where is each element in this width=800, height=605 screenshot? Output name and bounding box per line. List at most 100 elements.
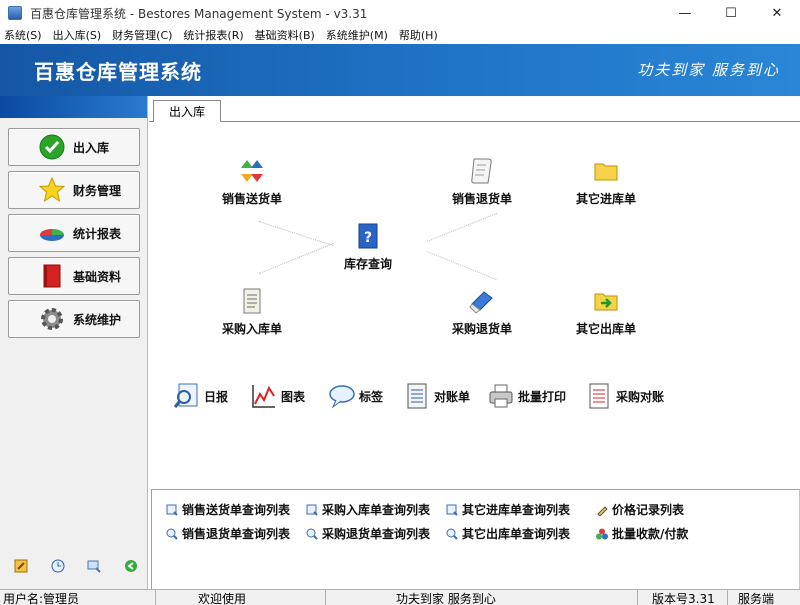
link-purchase-in-list[interactable]: 采购入库单查询列表 bbox=[306, 501, 430, 518]
list-search-icon bbox=[446, 504, 458, 516]
scroll-icon bbox=[467, 156, 497, 186]
document-icon bbox=[237, 286, 267, 316]
star-icon bbox=[39, 177, 65, 203]
menu-stock-io[interactable]: 出入库(S) bbox=[53, 27, 102, 43]
menu-system[interactable]: 系统(S) bbox=[4, 27, 42, 43]
node-label: 销售送货单 bbox=[221, 192, 282, 206]
tool-statement[interactable]: 对账单 bbox=[403, 382, 470, 410]
link-other-out-list[interactable]: 其它出库单查询列表 bbox=[446, 525, 570, 542]
menu-help[interactable]: 帮助(H) bbox=[399, 27, 438, 43]
line-chart-icon bbox=[250, 382, 278, 410]
banner-slogan: 功夫到家 服务到心 bbox=[637, 61, 780, 79]
menu-maintenance[interactable]: 系统维护(M) bbox=[326, 27, 388, 43]
eraser-icon bbox=[467, 286, 497, 316]
sidebar-header bbox=[0, 96, 147, 118]
gear-icon bbox=[39, 306, 65, 332]
edit-icon[interactable] bbox=[14, 559, 28, 573]
color-dots-icon bbox=[596, 528, 608, 540]
sidebar-item-basic-data[interactable]: 基础资料 bbox=[8, 257, 140, 295]
sidebar-item-finance[interactable]: 财务管理 bbox=[8, 171, 140, 209]
status-version: 版本号3.31 bbox=[638, 590, 728, 605]
minimize-button[interactable]: — bbox=[662, 0, 708, 26]
sidebar-item-stock-io[interactable]: 出入库 bbox=[8, 128, 140, 166]
node-label: 采购入库单 bbox=[221, 322, 282, 336]
link-other-in-list[interactable]: 其它进库单查询列表 bbox=[446, 501, 570, 518]
node-purchase-return[interactable]: 采购退货单 bbox=[427, 286, 537, 337]
status-bar: 用户名:管理员 欢迎使用 功夫到家 服务到心 版本号3.31 服务端 bbox=[0, 589, 800, 605]
pen-icon bbox=[596, 504, 608, 516]
sidebar-item-maintenance[interactable]: 系统维护 bbox=[8, 300, 140, 338]
tab-stock-io[interactable]: 出入库 bbox=[153, 100, 221, 122]
magnifier-icon bbox=[166, 528, 178, 540]
sidebar-toolbar bbox=[14, 559, 138, 573]
status-mode: 服务端 bbox=[738, 591, 775, 605]
tool-daily-report[interactable]: 日报 bbox=[173, 382, 228, 410]
status-user: 用户名:管理员 bbox=[0, 590, 156, 605]
sidebar-item-label: 基础资料 bbox=[73, 269, 122, 284]
tool-label: 日报 bbox=[204, 389, 229, 404]
main-panel: 出入库 销售送货单 销售退货单 其它进库单 ? 库存查询 采购入库单 采购退货单… bbox=[149, 96, 800, 589]
tool-batch-print[interactable]: 批量打印 bbox=[487, 382, 566, 410]
check-circle-icon bbox=[39, 134, 65, 160]
pie-chart-icon bbox=[39, 220, 65, 246]
node-label: 销售退货单 bbox=[451, 192, 512, 206]
clock-icon[interactable] bbox=[51, 559, 65, 573]
maximize-button[interactable]: ☐ bbox=[708, 0, 754, 26]
node-label: 其它出库单 bbox=[575, 322, 636, 336]
app-icon bbox=[8, 6, 22, 20]
link-batch-payment[interactable]: 批量收款/付款 bbox=[596, 525, 688, 542]
ledger-icon bbox=[403, 382, 431, 410]
report-sheet-icon bbox=[585, 382, 613, 410]
svg-text:?: ? bbox=[364, 230, 372, 246]
list-search-icon bbox=[306, 504, 318, 516]
search-report-icon bbox=[173, 382, 201, 410]
title-bar: 百惠仓库管理系统 - Bestores Management System - … bbox=[0, 0, 800, 26]
app-title: 百惠仓库管理系统 bbox=[34, 60, 202, 84]
window-controls: — ☐ ✕ bbox=[662, 0, 800, 26]
tool-label: 标签 bbox=[359, 389, 384, 404]
tool-label: 批量打印 bbox=[518, 389, 567, 404]
node-sales-delivery[interactable]: 销售送货单 bbox=[197, 156, 307, 207]
connector-line bbox=[426, 251, 497, 281]
tool-label-print[interactable]: 标签 bbox=[328, 382, 383, 410]
node-other-in[interactable]: 其它进库单 bbox=[551, 156, 661, 207]
query-links-panel: 销售送货单查询列表 采购入库单查询列表 其它进库单查询列表 价格记录列表 销售退… bbox=[151, 489, 800, 589]
sidebar-item-label: 财务管理 bbox=[73, 183, 122, 198]
header-banner: 百惠仓库管理系统 功夫到家 服务到心 bbox=[0, 44, 800, 96]
sidebar-item-label: 统计报表 bbox=[73, 226, 122, 241]
folder-icon bbox=[591, 156, 621, 186]
tool-chart[interactable]: 图表 bbox=[250, 382, 305, 410]
node-purchase-in[interactable]: 采购入库单 bbox=[197, 286, 307, 337]
link-sales-return-list[interactable]: 销售退货单查询列表 bbox=[166, 525, 290, 542]
node-label: 采购退货单 bbox=[451, 322, 512, 336]
node-label: 库存查询 bbox=[343, 257, 392, 271]
sidebar: 出入库 财务管理 统计报表 基础资料 系统维护 bbox=[0, 96, 148, 589]
tool-label: 采购对账 bbox=[616, 389, 665, 404]
connector-line bbox=[427, 212, 497, 242]
tool-purchase-reconcile[interactable]: 采购对账 bbox=[585, 382, 664, 410]
menu-reports[interactable]: 统计报表(R) bbox=[183, 27, 243, 43]
red-book-icon bbox=[39, 263, 65, 289]
help-book-icon: ? bbox=[353, 221, 383, 251]
printer-icon bbox=[487, 382, 515, 410]
tool-label: 图表 bbox=[281, 389, 306, 404]
link-purchase-return-list[interactable]: 采购退货单查询列表 bbox=[306, 525, 430, 542]
node-sales-return[interactable]: 销售退货单 bbox=[427, 156, 537, 207]
menu-basic-data[interactable]: 基础资料(B) bbox=[255, 27, 315, 43]
node-label: 其它进库单 bbox=[575, 192, 636, 206]
sidebar-item-label: 系统维护 bbox=[73, 312, 122, 327]
sidebar-item-reports[interactable]: 统计报表 bbox=[8, 214, 140, 252]
recycle-arrows-icon bbox=[237, 156, 267, 186]
node-other-out[interactable]: 其它出库单 bbox=[551, 286, 661, 337]
magnifier-icon bbox=[446, 528, 458, 540]
close-button[interactable]: ✕ bbox=[754, 0, 800, 26]
status-welcome: 欢迎使用 bbox=[156, 590, 326, 605]
link-price-record-list[interactable]: 价格记录列表 bbox=[596, 501, 684, 518]
link-sales-delivery-list[interactable]: 销售送货单查询列表 bbox=[166, 501, 290, 518]
magnifier-icon[interactable] bbox=[87, 559, 102, 573]
back-arrow-icon[interactable] bbox=[124, 559, 138, 573]
menu-finance[interactable]: 财务管理(C) bbox=[112, 27, 172, 43]
node-inventory-query[interactable]: ? 库存查询 bbox=[313, 221, 423, 272]
app-window: 百惠仓库管理系统 - Bestores Management System - … bbox=[0, 0, 800, 605]
speech-bubble-icon bbox=[328, 382, 356, 410]
